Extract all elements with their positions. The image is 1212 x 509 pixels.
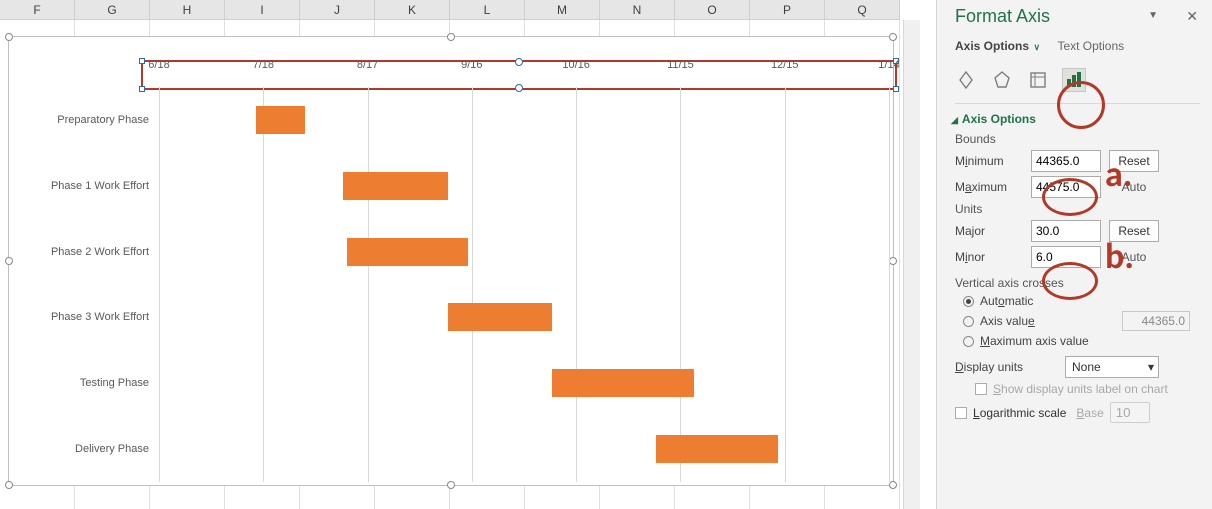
maximum-label: Maximum <box>955 180 1031 194</box>
gantt-bar[interactable] <box>343 172 447 200</box>
gantt-bar[interactable] <box>448 303 552 331</box>
col-head[interactable]: M <box>525 0 600 19</box>
resize-handle[interactable] <box>5 481 13 489</box>
axis-tick-label[interactable]: 6/18 <box>148 59 169 71</box>
minor-label: Minor <box>955 250 1031 264</box>
major-input[interactable] <box>1031 220 1101 242</box>
maximum-input[interactable] <box>1031 176 1101 198</box>
resize-handle[interactable] <box>5 33 13 41</box>
category-label[interactable]: Testing Phase <box>9 377 149 389</box>
axis-sel-handle[interactable] <box>893 86 899 92</box>
tab-axis-options[interactable]: Axis Options ∨ <box>955 39 1040 53</box>
radio-maximum-axis-value[interactable]: Maximum axis value <box>963 334 1200 348</box>
chevron-down-icon: ▾ <box>1148 360 1154 374</box>
resize-handle[interactable] <box>447 33 455 41</box>
vertical-axis-crosses-label: Vertical axis crosses <box>955 276 1200 290</box>
tab-text-options[interactable]: Text Options <box>1057 39 1124 53</box>
gantt-bar[interactable] <box>256 106 305 134</box>
size-properties-icon[interactable] <box>1027 69 1049 91</box>
log-base-label: Base <box>1076 406 1103 420</box>
minimum-label: Minimum <box>955 154 1031 168</box>
minor-auto-label: Auto <box>1109 250 1159 264</box>
minimum-input[interactable] <box>1031 150 1101 172</box>
axis-value-input[interactable] <box>1122 311 1190 331</box>
resize-handle[interactable] <box>5 257 13 265</box>
resize-handle[interactable] <box>447 481 455 489</box>
col-head[interactable]: O <box>675 0 750 19</box>
radio-axis-value[interactable]: Axis value <box>963 311 1200 331</box>
display-units-select[interactable]: None▾ <box>1065 356 1159 378</box>
col-head[interactable]: K <box>375 0 450 19</box>
scrollbar-vertical[interactable] <box>903 20 920 509</box>
close-pane-icon[interactable]: ✕ <box>1186 8 1198 25</box>
axis-tick-label[interactable]: 1/14 <box>878 59 899 71</box>
axis-options-icon[interactable] <box>1063 69 1085 91</box>
plot-area[interactable]: 6/187/188/179/1610/1611/1512/151/14Prepa… <box>159 87 889 482</box>
col-head[interactable]: G <box>75 0 150 19</box>
effects-icon[interactable] <box>991 69 1013 91</box>
bounds-label: Bounds <box>955 132 1200 146</box>
pane-title: Format Axis <box>955 6 1200 27</box>
format-axis-pane: Format Axis ▼ ✕ Axis Options ∨ Text Opti… <box>936 0 1212 509</box>
show-units-label: Show display units label on chart <box>993 382 1168 396</box>
log-scale-checkbox[interactable] <box>955 407 967 419</box>
col-head[interactable]: Q <box>825 0 900 19</box>
pane-icon-row <box>955 69 1200 91</box>
category-label[interactable]: Preparatory Phase <box>9 114 149 126</box>
axis-tick-label[interactable]: 9/16 <box>461 59 482 71</box>
minor-input[interactable] <box>1031 246 1101 268</box>
col-head[interactable]: J <box>300 0 375 19</box>
col-head[interactable]: N <box>600 0 675 19</box>
column-headers: F G H I J K L M N O P Q <box>0 0 900 20</box>
radio-automatic[interactable]: Automatic <box>963 294 1200 308</box>
resize-handle[interactable] <box>889 33 897 41</box>
col-head[interactable]: F <box>0 0 75 19</box>
resize-handle[interactable] <box>889 481 897 489</box>
axis-sel-handle[interactable] <box>139 86 145 92</box>
category-label[interactable]: Phase 3 Work Effort <box>9 311 149 323</box>
display-units-label: Display units <box>955 360 1065 374</box>
resize-handle[interactable] <box>889 257 897 265</box>
log-base-input[interactable] <box>1110 402 1150 423</box>
axis-tick-label[interactable]: 11/15 <box>667 59 694 71</box>
axis-tick-label[interactable]: 10/16 <box>562 59 590 71</box>
maximum-auto-label: Auto <box>1109 180 1159 194</box>
category-label[interactable]: Phase 1 Work Effort <box>9 180 149 192</box>
major-reset-button[interactable]: Reset <box>1109 220 1159 242</box>
axis-tick-label[interactable]: 7/18 <box>253 59 274 71</box>
major-label: Major <box>955 224 1031 238</box>
axis-sel-handle[interactable] <box>139 58 145 64</box>
chart-object[interactable]: 6/187/188/179/1610/1611/1512/151/14Prepa… <box>8 36 894 486</box>
axis-sel-handle[interactable] <box>515 58 523 66</box>
gantt-bar[interactable] <box>552 369 695 397</box>
log-scale-label: Logarithmic scale <box>973 406 1066 420</box>
gantt-bar[interactable] <box>656 435 778 463</box>
col-head[interactable]: P <box>750 0 825 19</box>
section-axis-options[interactable]: ◢Axis Options <box>951 112 1200 126</box>
minimum-reset-button[interactable]: Reset <box>1109 150 1159 172</box>
category-label[interactable]: Phase 2 Work Effort <box>9 246 149 258</box>
show-units-checkbox[interactable] <box>975 383 987 395</box>
col-head[interactable]: H <box>150 0 225 19</box>
category-label[interactable]: Delivery Phase <box>9 443 149 455</box>
units-label: Units <box>955 202 1200 216</box>
col-head[interactable]: I <box>225 0 300 19</box>
gantt-bar[interactable] <box>347 238 469 266</box>
axis-tick-label[interactable]: 12/15 <box>771 59 799 71</box>
fill-line-icon[interactable] <box>955 69 977 91</box>
col-head[interactable]: L <box>450 0 525 19</box>
spreadsheet-area: F G H I J K L M N O P Q <box>0 0 920 509</box>
pane-options-chevron-icon[interactable]: ▼ <box>1148 10 1158 21</box>
axis-tick-label[interactable]: 8/17 <box>357 59 378 71</box>
